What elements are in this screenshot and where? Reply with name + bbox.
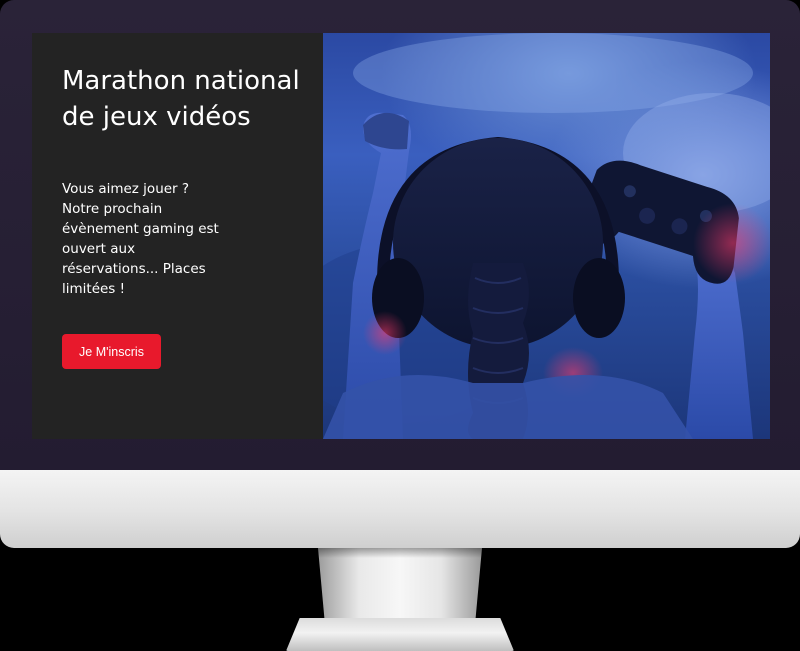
imac-monitor: Marathon national de jeux vidéos Vous ai… (0, 0, 800, 651)
hero-text-panel: Marathon national de jeux vidéos Vous ai… (32, 33, 323, 439)
monitor-screen: Marathon national de jeux vidéos Vous ai… (32, 33, 770, 439)
monitor-stand-foot (286, 618, 514, 651)
gamer-girl-headphones-controller-photo-icon (323, 33, 770, 439)
hero-description: Vous aimez jouer ? Notre prochain évènem… (62, 181, 219, 297)
hero-image (323, 33, 770, 439)
signup-button[interactable]: Je M'inscris (62, 334, 161, 369)
monitor-chin (0, 470, 800, 548)
monitor-stand-neck (318, 548, 482, 620)
hero-title: Marathon national de jeux vidéos (62, 66, 300, 132)
monitor-stand-shadow (318, 548, 482, 558)
